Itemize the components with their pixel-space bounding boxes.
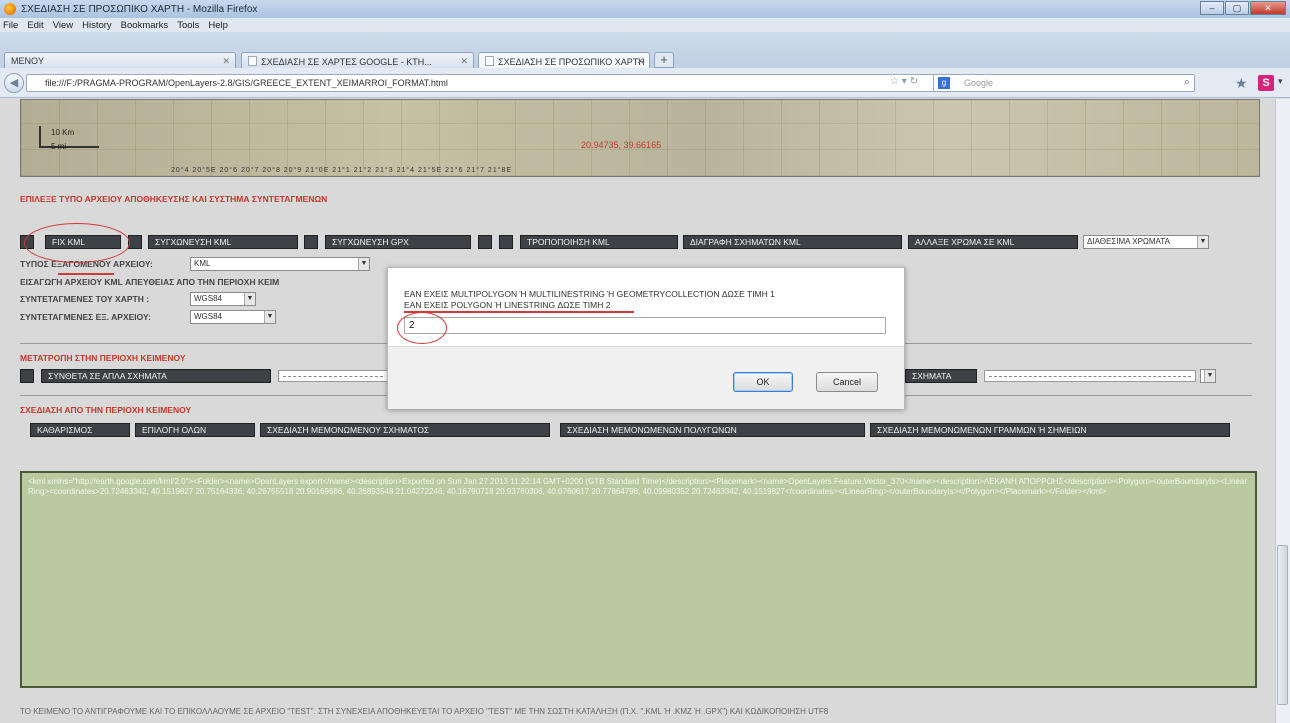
square-button[interactable] bbox=[478, 235, 492, 249]
mouse-position: 20.94735, 39.66165 bbox=[581, 140, 662, 150]
draw-single-shape-button[interactable]: ΣΧΕΔΙΑΣΗ ΜΕΜΟΝΩΜΕΝΟΥ ΣΧΗΜΑΤΟΣ bbox=[260, 423, 550, 437]
chevron-down-icon: ▼ bbox=[264, 311, 275, 323]
bookmark-star-icon[interactable]: ☆ bbox=[890, 76, 899, 87]
file-type-section-title: ΕΠΙΛΕΞΕ ΤΥΠΟ ΑΡΧΕΙΟΥ ΑΠΟΘΗΚΕΥΣΗΣ ΚΑΙ ΣΥΣ… bbox=[20, 194, 328, 204]
file-coordinates-select[interactable]: WGS84 ▼ bbox=[190, 310, 276, 324]
slider-select[interactable]: ▼ bbox=[1200, 369, 1216, 383]
firefox-logo-icon bbox=[4, 3, 16, 15]
bookmarks-star-icon[interactable]: ★ bbox=[1235, 75, 1248, 92]
convert-section-title: ΜΕΤΑΤΡΟΠΗ ΣΤΗΝ ΠΕΡΙΟΧΗ ΚΕΙΜΕΝΟΥ bbox=[20, 353, 186, 363]
minimize-button[interactable]: – bbox=[1200, 1, 1224, 15]
maximize-button[interactable]: ▢ bbox=[1225, 1, 1249, 15]
file-coordinates-label: ΣΥΝΤΕΤΑΓΜΕΝΕΣ ΕΞ. ΑΡΧΕΙΟΥ: bbox=[20, 312, 151, 322]
annotation-underline bbox=[58, 273, 114, 275]
transparency-slider[interactable] bbox=[278, 370, 388, 382]
tab-google-maps[interactable]: ΣΧΕΔΙΑΣΗ ΣΕ ΧΑΡΤΕΣ GOOGLE - ΚΤΗ... ✕ bbox=[241, 52, 474, 69]
search-go-icon[interactable]: ⌕ bbox=[1184, 76, 1190, 89]
window-titlebar: ΣΧΕΔΙΑΣΗ ΣΕ ΠΡΟΣΩΠΙΚΟ ΧΑΡΤΗ - Mozilla Fi… bbox=[0, 0, 1290, 18]
menu-view[interactable]: View bbox=[53, 20, 73, 31]
menu-tools[interactable]: Tools bbox=[177, 20, 199, 31]
annotation-underline bbox=[404, 311, 634, 313]
chevron-down-icon: ▼ bbox=[1197, 236, 1208, 248]
shapes-button[interactable]: ΣΧΗΜΑΤΑ bbox=[905, 369, 977, 383]
google-search-icon[interactable]: g bbox=[938, 77, 950, 89]
menu-help[interactable]: Help bbox=[208, 20, 228, 31]
window-controls: – ▢ ✕ bbox=[1199, 1, 1286, 15]
scale-label-km: 10 Km bbox=[51, 128, 75, 137]
back-button[interactable]: ◀ bbox=[4, 73, 24, 93]
map-coordinates-label: ΣΥΝΤΕΤΑΓΜΕΝΕΣ ΤΟΥ ΧΑΡΤΗ : bbox=[20, 294, 150, 304]
addon-s-icon[interactable]: S bbox=[1258, 75, 1274, 91]
tab-bar: MENOY ✕ ΣΧΕΔΙΑΣΗ ΣΕ ΧΑΡΤΕΣ GOOGLE - ΚΤΗ.… bbox=[0, 32, 1290, 69]
draw-section-title: ΣΧΕΔΙΑΣΗ ΑΠΟ ΤΗΝ ΠΕΡΙΟΧΗ ΚΕΙΜΕΝΟΥ bbox=[20, 405, 192, 415]
menu-file[interactable]: File bbox=[3, 20, 18, 31]
import-kml-label: ΕΙΣΑΓΩΓΗ ΑΡΧΕΙΟΥ KML ΑΠΕΥΘΕΙΑΣ ΑΠΟ ΤΗΝ Π… bbox=[20, 277, 280, 287]
chevron-down-icon: ▼ bbox=[244, 293, 255, 305]
draw-lines-points-button[interactable]: ΣΧΕΔΙΑΣΗ ΜΕΜΟΝΩΜΕΝΩΝ ΓΡΑΜΜΩΝ ή ΣΗΜΕΙΩΝ bbox=[870, 423, 1230, 437]
prompt-message-line2: ΕΑΝ ΕΧΕΙΣ POLYGON Ή LINESTRING ΔΩΣΕ ΤΙΜΗ… bbox=[404, 300, 611, 310]
reload-icon[interactable]: ↻ bbox=[910, 76, 918, 87]
kml-text: <kml xmlns="http://earth.google.com/kml/… bbox=[28, 477, 1247, 496]
edit-kml-button[interactable]: ΤΡΟΠΟΠΟΙΗΣΗ KML bbox=[520, 235, 678, 249]
close-tab-icon[interactable]: ✕ bbox=[460, 56, 468, 67]
new-tab-button[interactable]: + bbox=[654, 52, 674, 68]
square-button[interactable] bbox=[499, 235, 513, 249]
ok-button[interactable]: OK bbox=[733, 372, 793, 392]
compose-to-simple-shapes-button[interactable]: ΣΥΝΘΕΤΑ ΣΕ ΑΠΛΑ ΣΧΗΜΑΤΑ bbox=[41, 369, 271, 383]
delete-shapes-kml-button[interactable]: ΔΙΑΓΡΑΦΗ ΣΧΗΜΑΤΩΝ KML bbox=[683, 235, 902, 249]
menu-edit[interactable]: Edit bbox=[27, 20, 43, 31]
menu-bookmarks[interactable]: Bookmarks bbox=[121, 20, 169, 31]
search-bar[interactable]: g Google ⌕ bbox=[933, 74, 1195, 92]
merge-kml-button[interactable]: ΣΥΓΧΩΝΕΥΣΗ KML bbox=[148, 235, 298, 249]
chevron-down-icon: ▼ bbox=[1204, 370, 1215, 382]
map-view[interactable]: 10 Km 5 mi 20.94735, 39.66165 20°4 20°5E… bbox=[20, 99, 1260, 177]
page-content: 10 Km 5 mi 20.94735, 39.66165 20°4 20°5E… bbox=[0, 99, 1275, 723]
color-slider[interactable] bbox=[984, 370, 1196, 382]
prompt-message: ΕΑΝ ΕΧΕΙΣ MULTIPOLYGON Ή MULTILINESTRING… bbox=[404, 289, 894, 311]
dropdown-arrow-icon[interactable]: ▾ bbox=[902, 76, 907, 87]
clear-button[interactable]: ΚΑΘΑΡΙΣΜΟΣ bbox=[30, 423, 130, 437]
prompt-input[interactable]: 2 bbox=[404, 317, 886, 334]
prompt-message-line1: ΕΑΝ ΕΧΕΙΣ MULTIPOLYGON Ή MULTILINESTRING… bbox=[404, 289, 775, 299]
kml-textarea[interactable]: <kml xmlns="http://earth.google.com/kml/… bbox=[20, 471, 1257, 688]
merge-gpx-button[interactable]: ΣΥΓΧΩΝΕΥΣΗ GPX bbox=[325, 235, 471, 249]
chevron-down-icon: ▼ bbox=[358, 258, 369, 270]
url-text: file:///F:/PRAGMA-PROGRAM/OpenLayers-2.8… bbox=[45, 78, 448, 88]
color-palette-select[interactable]: ΔΙΑΘΕΣΙΜΑ ΧΡΩΜΑΤΑ ▼ bbox=[1083, 235, 1209, 249]
scrollbar-thumb[interactable] bbox=[1277, 545, 1288, 705]
select-all-button[interactable]: ΕΠΙΛΟΓΗ ΟΛΩΝ bbox=[135, 423, 255, 437]
cancel-button[interactable]: Cancel bbox=[816, 372, 878, 392]
export-type-select[interactable]: KML ▼ bbox=[190, 257, 370, 271]
scale-label-mi: 5 mi bbox=[51, 142, 67, 151]
square-button[interactable] bbox=[128, 235, 142, 249]
tab-personal-map[interactable]: ΣΧΕΔΙΑΣΗ ΣΕ ΠΡΟΣΩΠΙΚΟ ΧΑΡΤΗ ✕ bbox=[478, 52, 650, 69]
map-coordinates-select[interactable]: WGS84 ▼ bbox=[190, 292, 256, 306]
page-icon bbox=[485, 56, 494, 66]
close-tab-icon[interactable]: ✕ bbox=[636, 56, 644, 67]
square-button[interactable] bbox=[20, 369, 34, 383]
square-button[interactable] bbox=[304, 235, 318, 249]
prompt-dialog: ΕΑΝ ΕΧΕΙΣ MULTIPOLYGON Ή MULTILINESTRING… bbox=[387, 267, 905, 409]
close-tab-icon[interactable]: ✕ bbox=[222, 56, 230, 67]
draw-polygons-button[interactable]: ΣΧΕΔΙΑΣΗ ΜΕΜΟΝΩΜΕΝΩΝ ΠΟΛΥΓΩΝΩΝ bbox=[560, 423, 865, 437]
annotation-ellipse-fix-kml bbox=[24, 223, 130, 263]
change-color-kml-button[interactable]: ΑΛΛΑΞΕ ΧΡΩΜΑ ΣΕ KML bbox=[908, 235, 1078, 249]
map-graticule-labels: 20°4 20°5E 20°6 20°7 20°8 20°9 21°0E 21°… bbox=[171, 167, 513, 174]
menu-bar: File Edit View History Bookmarks Tools H… bbox=[0, 18, 1290, 32]
annotation-ellipse-input bbox=[397, 312, 447, 344]
menu-history[interactable]: History bbox=[82, 20, 112, 31]
instructions-note: ΤΟ ΚΕΙΜΕΝΟ ΤΟ ΑΝΤΙΓΡΑΦΟΥΜΕ ΚΑΙ ΤΟ ΕΠΙΚΟΛ… bbox=[20, 707, 829, 716]
navigation-bar: ◀ file:///F:/PRAGMA-PROGRAM/OpenLayers-2… bbox=[0, 68, 1290, 98]
close-window-button[interactable]: ✕ bbox=[1250, 1, 1286, 15]
tab-menu[interactable]: MENOY ✕ bbox=[4, 52, 236, 69]
page-icon bbox=[248, 56, 257, 66]
toolbar-menu-arrow-icon[interactable]: ▾ bbox=[1278, 76, 1283, 87]
search-placeholder: Google bbox=[964, 78, 994, 88]
prompt-footer: OK Cancel bbox=[388, 346, 904, 409]
window-title: ΣΧΕΔΙΑΣΗ ΣΕ ΠΡΟΣΩΠΙΚΟ ΧΑΡΤΗ - Mozilla Fi… bbox=[21, 3, 258, 15]
